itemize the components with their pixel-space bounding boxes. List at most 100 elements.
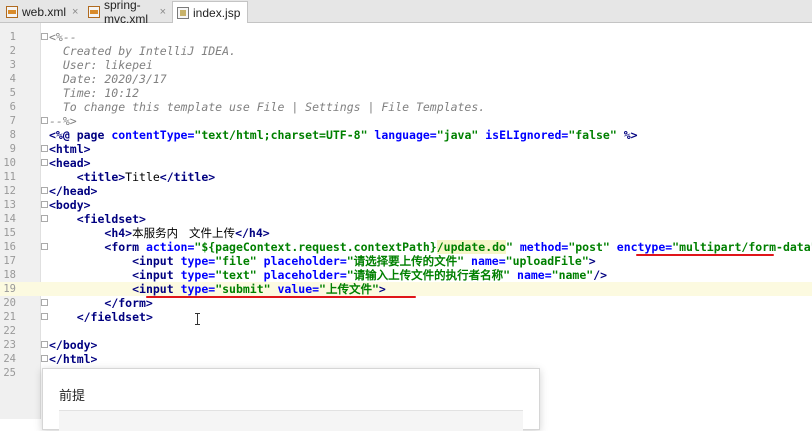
code-token: Time: 10:12 [49,86,140,100]
xml-file-icon [88,6,100,18]
close-icon[interactable]: × [160,6,166,18]
code-line[interactable]: 23 </body> [0,338,812,352]
fold-marker-icon[interactable] [41,243,48,250]
code-token: </fieldset> [76,310,153,324]
code-text: </form> [49,296,152,310]
code-token: %> [616,128,638,142]
line-number: 15 [3,227,16,239]
code-text: </head> [49,184,97,198]
code-token: <%@ page [49,128,112,142]
code-token: language= [367,128,437,142]
code-line[interactable]: 14 <fieldset> [0,212,812,226]
code-token: "uploadFile" [505,254,589,268]
code-text: <html> [49,142,91,156]
code-line[interactable]: 24 </html> [0,352,812,366]
close-icon[interactable]: × [72,6,78,18]
code-line[interactable]: 7 --%> [0,114,812,128]
code-token: </head> [49,184,98,198]
code-line[interactable]: 11 <title>Title</title> [0,170,812,184]
code-line[interactable]: 17 <input type="file" placeholder="请选择要上… [0,254,812,268]
code-line[interactable]: 22 [0,324,812,338]
fold-marker-icon[interactable] [41,33,48,40]
tab-web-xml[interactable]: web.xml × [2,2,82,22]
code-token: "请选择要上传的文件" [346,254,465,268]
code-token: "file" [215,254,257,268]
fold-marker-icon[interactable] [41,313,48,320]
code-line[interactable]: 8 <%@ page contentType="text/html;charset… [0,128,812,142]
code-token: placeholder= [256,268,347,282]
fold-marker-icon[interactable] [41,355,48,362]
popup-content [59,410,523,431]
code-line[interactable]: 6 To change this template use File | Set… [0,100,812,114]
code-token: type= [180,268,216,282]
code-line[interactable]: 10 <head> [0,156,812,170]
code-line[interactable]: 20 </form> [0,296,812,310]
code-token: enctype= [609,240,673,254]
line-number: 8 [9,129,16,141]
code-token: </html> [49,352,98,366]
code-text: User: likepei [49,58,153,72]
fold-marker-icon[interactable] [41,187,48,194]
code-line[interactable]: 18 <input type="text" placeholder="请输入上传… [0,268,812,282]
code-token: " [505,240,513,254]
code-token: <h4> [104,226,133,240]
code-line[interactable]: 13 <body> [0,198,812,212]
fold-marker-icon[interactable] [41,159,48,166]
line-number: 17 [3,255,16,267]
code-token: placeholder= [256,254,347,268]
code-token: 本服务内 文件上传 [132,226,236,240]
code-line[interactable]: 9 <html> [0,142,812,156]
jsp-file-icon [177,6,189,19]
code-token: value= [270,282,320,296]
code-line[interactable]: 19 <input type="submit" value="上传文件"> [0,282,812,296]
code-line[interactable]: 15 <h4>本服务内 文件上传</h4> [0,226,812,240]
code-line[interactable]: 1 <%-- [0,30,812,44]
code-token: "请输入上传文件的执行者名称" [346,268,511,282]
code-token: <title> [76,170,126,184]
code-line[interactable]: 3 User: likepei [0,58,812,72]
fold-marker-icon[interactable] [41,341,48,348]
fold-marker-icon[interactable] [41,299,48,306]
code-token: "name" [551,268,594,282]
line-number: 13 [3,199,16,211]
tab-index-jsp[interactable]: index.jsp [172,1,248,23]
code-line[interactable]: 5 Time: 10:12 [0,86,812,100]
line-number: 6 [9,101,16,113]
code-line[interactable]: 12 </head> [0,184,812,198]
code-line[interactable]: 21 </fieldset> [0,310,812,324]
fold-marker-icon[interactable] [41,145,48,152]
code-token: "java" [436,128,479,142]
code-token: "text/html;charset=UTF-8" [194,128,368,142]
code-text: </html> [49,352,97,366]
code-token: contentType= [111,128,195,142]
code-token: > [588,254,596,268]
fold-marker-icon[interactable] [41,201,48,208]
xml-file-icon [6,6,18,18]
code-token: Title [125,170,160,184]
code-token: name= [464,254,506,268]
code-line[interactable]: 2 Created by IntelliJ IDEA. [0,44,812,58]
popup-title: 前提 [59,389,86,404]
line-number: 19 [3,283,16,295]
line-number: 7 [9,115,16,127]
code-token: "post" [568,240,610,254]
code-text: <input type="text" placeholder="请输入上传文件的… [49,268,607,282]
line-number: 3 [9,59,16,71]
code-token: <input [132,282,181,296]
code-token: "multipart/form-data" [672,240,812,254]
code-token: To change this template use File | Setti… [49,100,486,114]
line-number: 1 [9,31,16,43]
code-text: --%> [49,114,77,128]
tab-spring-mvc-xml[interactable]: spring-mvc.xml × [84,0,170,26]
code-line[interactable]: 4 Date: 2020/3/17 [0,72,812,86]
fold-marker-icon[interactable] [41,117,48,124]
fold-marker-icon[interactable] [41,215,48,222]
red-underline-submit [146,296,416,298]
code-line[interactable]: 16 <form action="${pageContext.request.c… [0,240,812,254]
code-token: "submit" [215,282,271,296]
